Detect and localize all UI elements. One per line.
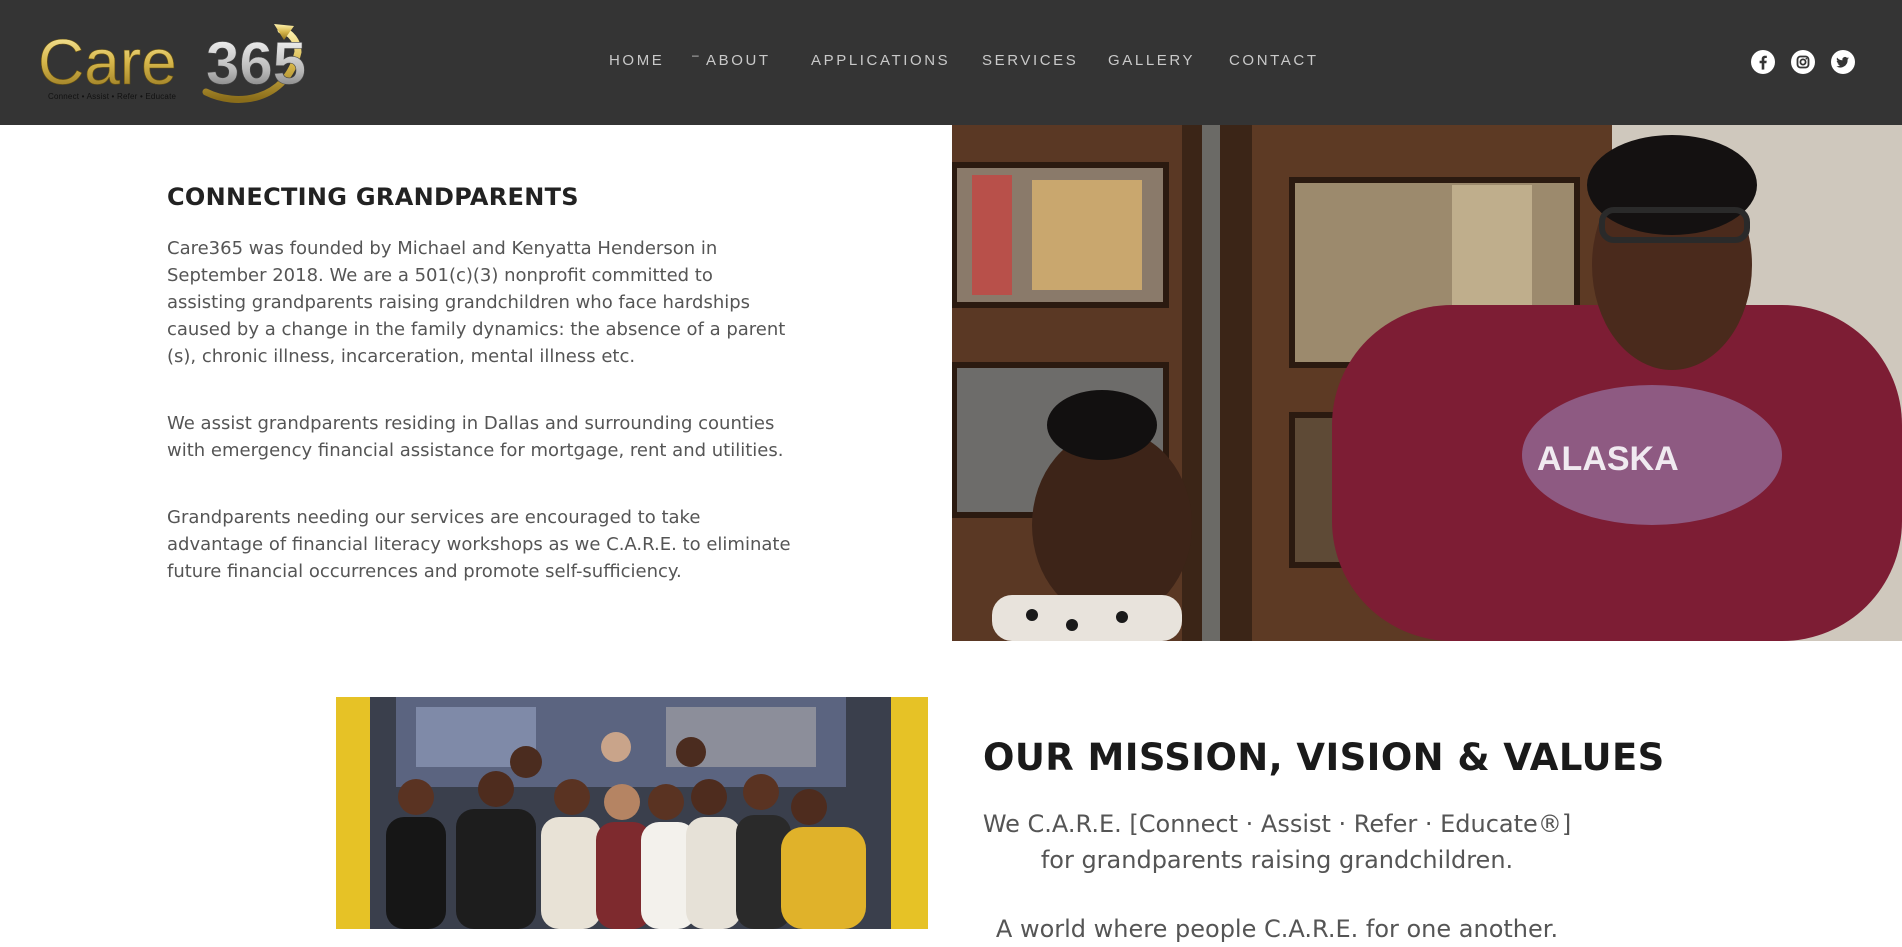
svg-text:Care: Care [38, 26, 177, 98]
mission-heading: OUR MISSION, VISION & VALUES [983, 736, 1665, 779]
intro-paragraph: We assist grandparents residing in Dalla… [167, 413, 784, 461]
dropdown-indicator-icon: – [692, 48, 702, 62]
nav-gallery[interactable]: GALLERY [1108, 52, 1195, 69]
connecting-grandparents-heading: CONNECTING GRANDPARENTS [167, 183, 579, 211]
intro-paragraph: Care365 was founded by Michael and Kenya… [167, 238, 786, 367]
mission-statement: We C.A.R.E. [Connect · Assist · Refer · … [982, 810, 1572, 874]
nav-about[interactable]: – ABOUT [692, 48, 771, 69]
instagram-icon[interactable] [1791, 50, 1815, 74]
vision-statement: A world where people C.A.R.E. for one an… [995, 915, 1559, 943]
facebook-icon[interactable] [1751, 50, 1775, 74]
logo-tagline: Connect • Assist • Refer • Educate [48, 92, 177, 101]
nav-home[interactable]: HOME [609, 52, 664, 69]
site-header: Care 365 Connect • Assist • Refer • Educ… [0, 0, 1902, 125]
twitter-icon[interactable] [1831, 50, 1855, 74]
nav-services[interactable]: SERVICES [982, 52, 1078, 69]
nav-about-label: ABOUT [706, 52, 771, 69]
nav-applications[interactable]: APPLICATIONS [811, 52, 950, 69]
care365-logo[interactable]: Care 365 Connect • Assist • Refer • Educ… [36, 12, 336, 112]
group-photo [336, 697, 928, 929]
nav-contact[interactable]: CONTACT [1229, 52, 1319, 69]
intro-paragraph: Grandparents needing our services are en… [167, 507, 791, 582]
svg-text:365: 365 [206, 30, 306, 97]
svg-text:ALASKA: ALASKA [1537, 440, 1679, 478]
grandmother-granddaughter-photo: ALASKA [952, 125, 1902, 641]
